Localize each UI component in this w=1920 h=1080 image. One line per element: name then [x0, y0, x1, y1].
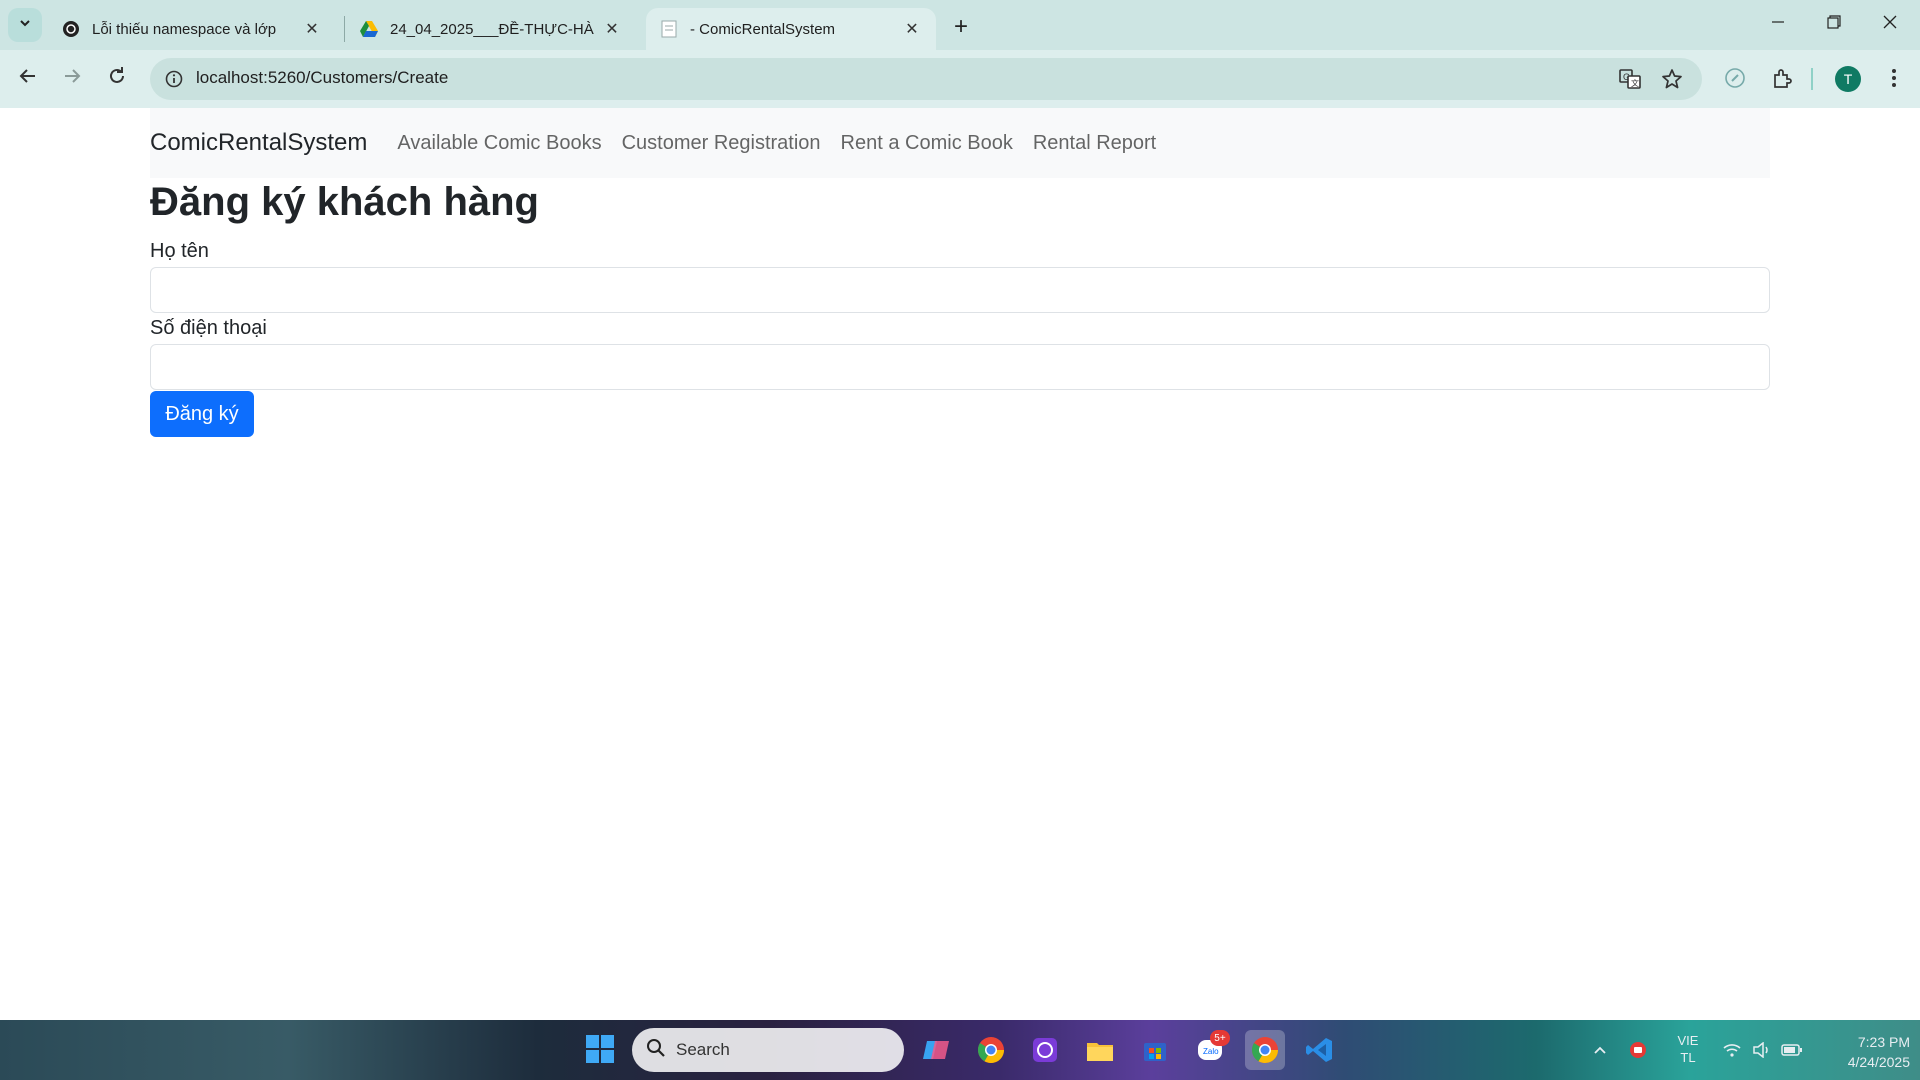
windows-start-icon[interactable] [585, 1034, 615, 1064]
vscode-icon[interactable] [1300, 1030, 1340, 1070]
copilot-icon[interactable] [916, 1030, 956, 1070]
forward-button[interactable] [54, 60, 90, 96]
tab-drive-document[interactable]: 24_04_2025___ĐỀ-THỰC-HÀNH ✕ [346, 8, 636, 50]
microsoft-store-icon[interactable] [1135, 1030, 1175, 1070]
clock-date: 4/24/2025 [1847, 1054, 1910, 1070]
tab-strip: Lỗi thiếu namespace và lớp ✕ 24_04_2025_… [0, 0, 1920, 50]
wifi-icon[interactable] [1717, 1030, 1747, 1070]
address-bar[interactable]: localhost:5260/Customers/Create G文 [150, 58, 1702, 100]
clock-time: 7:23 PM [1857, 1034, 1910, 1050]
phone-label: Số điện thoại [150, 317, 267, 339]
taskbar-search-placeholder: Search [676, 1040, 730, 1059]
nav-customer-registration[interactable]: Customer Registration [622, 132, 821, 155]
chrome-active-icon[interactable] [1245, 1030, 1285, 1070]
phone-input[interactable] [150, 344, 1770, 390]
minimize-button[interactable] [1750, 0, 1806, 48]
extensions-icon[interactable] [1766, 62, 1798, 94]
tab-search-button[interactable] [8, 8, 42, 42]
chevron-down-icon [18, 16, 32, 35]
tab-title: 24_04_2025___ĐỀ-THỰC-HÀNH [390, 20, 594, 38]
tab-title: Lỗi thiếu namespace và lớp [92, 20, 277, 38]
chrome-icon[interactable] [971, 1030, 1011, 1070]
name-label: Họ tên [150, 240, 209, 262]
tab-comic-rental[interactable]: - ComicRentalSystem ✕ [646, 8, 936, 50]
restore-button[interactable] [1806, 0, 1862, 48]
nav-rental-report[interactable]: Rental Report [1033, 132, 1156, 155]
url-text[interactable]: localhost:5260/Customers/Create [196, 68, 448, 88]
page-title: Đăng ký khách hàng [150, 180, 539, 224]
search-icon [646, 1038, 666, 1063]
input-language[interactable]: VIE TL [1670, 1032, 1706, 1066]
minimize-icon [1771, 15, 1785, 34]
close-icon [1883, 15, 1897, 34]
menu-icon[interactable] [1878, 62, 1910, 94]
file-explorer-icon[interactable] [1080, 1030, 1120, 1070]
page-content: ComicRentalSystem Available Comic Books … [0, 108, 1920, 1020]
google-drive-icon [360, 20, 378, 38]
antivirus-tray-icon[interactable] [1621, 1030, 1655, 1070]
reload-button[interactable] [99, 60, 135, 96]
language-sub: TL [1680, 1050, 1696, 1065]
language-code: VIE [1677, 1033, 1699, 1048]
reload-icon [107, 66, 127, 91]
taskbar-search[interactable]: Search [632, 1028, 904, 1072]
tab-title: - ComicRentalSystem [690, 20, 836, 38]
performance-icon[interactable] [1719, 62, 1751, 94]
info-icon[interactable] [162, 67, 186, 91]
tab-namespace-error[interactable]: Lỗi thiếu namespace và lớp ✕ [48, 8, 336, 50]
arrow-right-icon [62, 66, 82, 91]
volume-icon[interactable] [1747, 1030, 1777, 1070]
plus-icon: + [953, 13, 968, 40]
arrow-left-icon [18, 66, 38, 91]
profile-avatar[interactable]: T [1835, 66, 1861, 92]
restore-icon [1827, 14, 1841, 34]
svg-text:Zalo: Zalo [1203, 1047, 1219, 1056]
media-player-icon[interactable] [1025, 1030, 1065, 1070]
browser-toolbar: localhost:5260/Customers/Create G文 [0, 50, 1920, 108]
battery-icon[interactable] [1777, 1030, 1807, 1070]
openai-icon [62, 20, 80, 38]
translate-icon[interactable]: G文 [1616, 65, 1644, 93]
close-window-button[interactable] [1862, 0, 1918, 48]
new-tab-button[interactable]: + [946, 12, 976, 42]
zalo-notification-badge: 5+ [1210, 1030, 1230, 1046]
site-brand[interactable]: ComicRentalSystem [150, 129, 367, 157]
name-input[interactable] [150, 267, 1770, 313]
toolbar-separator [1811, 68, 1813, 90]
svg-text:文: 文 [1631, 78, 1639, 88]
taskbar: Search Zalo VIE TL 7:23 PM 4/24/2025 [0, 1020, 1920, 1080]
close-icon[interactable]: ✕ [302, 19, 322, 39]
site-navbar: ComicRentalSystem Available Comic Books … [150, 108, 1770, 178]
tab-separator [344, 16, 345, 42]
page-icon [660, 20, 678, 38]
nav-rent-comic-book[interactable]: Rent a Comic Book [841, 132, 1013, 155]
bookmark-star-icon[interactable] [1658, 65, 1686, 93]
chevron-up-icon[interactable] [1583, 1030, 1617, 1070]
back-button[interactable] [10, 60, 46, 96]
system-clock[interactable]: 7:23 PM 4/24/2025 [1810, 1032, 1910, 1072]
register-button[interactable]: Đăng ký [150, 391, 254, 437]
nav-available-comic-books[interactable]: Available Comic Books [397, 132, 601, 155]
close-icon[interactable]: ✕ [602, 19, 622, 39]
close-icon[interactable]: ✕ [902, 19, 922, 39]
